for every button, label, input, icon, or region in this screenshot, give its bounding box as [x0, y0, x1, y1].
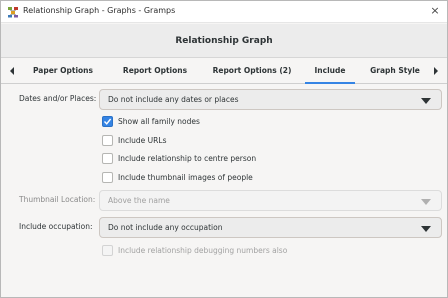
dropdown-arrow-icon	[421, 198, 431, 205]
titlebar: Relationship Graph - Graphs - Gramps ×	[1, 1, 447, 23]
tab-report-options[interactable]: Report Options	[115, 58, 195, 84]
checkbox-unchecked-icon	[102, 172, 113, 183]
tab-scroll-right-icon[interactable]	[431, 65, 441, 77]
dates-places-label: Dates and/or Places:	[19, 94, 97, 103]
occupation-value: Do not include any occupation	[108, 223, 223, 232]
dropdown-arrow-icon	[421, 97, 431, 104]
debug-numbers-label: Include relationship debugging numbers a…	[118, 246, 288, 255]
include-urls-label: Include URLs	[118, 136, 167, 145]
include-tab-panel: Dates and/or Places: Do not include any …	[1, 85, 447, 297]
tab-bar: Paper Options Report Options Report Opti…	[1, 58, 447, 84]
checkbox-checked-icon	[102, 116, 113, 127]
tab-scroll-left-icon[interactable]	[7, 65, 17, 77]
include-urls-checkbox[interactable]: Include URLs	[102, 135, 302, 147]
checkbox-unchecked-icon	[102, 153, 113, 164]
tab-paper-options[interactable]: Paper Options	[23, 58, 103, 84]
window-title: Relationship Graph - Graphs - Gramps	[23, 6, 176, 15]
thumbnail-location-value: Above the name	[108, 196, 170, 205]
dialog-window: Relationship Graph - Graphs - Gramps × R…	[0, 0, 448, 298]
dates-places-value: Do not include any dates or places	[108, 95, 239, 104]
include-thumbnails-label: Include thumbnail images of people	[118, 173, 253, 182]
close-icon[interactable]: ×	[429, 4, 441, 18]
include-thumbnails-checkbox[interactable]: Include thumbnail images of people	[102, 172, 322, 184]
dropdown-arrow-icon	[421, 225, 431, 232]
gramps-app-icon	[7, 6, 19, 18]
tab-include[interactable]: Include	[305, 58, 355, 84]
dialog-header: Relationship Graph	[1, 24, 447, 58]
tab-report-options-2[interactable]: Report Options (2)	[207, 58, 297, 84]
checkbox-unchecked-icon	[102, 245, 113, 256]
include-relationship-label: Include relationship to centre person	[118, 154, 257, 163]
tab-graph-style[interactable]: Graph Style	[367, 58, 423, 84]
occupation-label: Include occupation:	[19, 222, 93, 231]
checkbox-unchecked-icon	[102, 135, 113, 146]
show-family-nodes-checkbox[interactable]: Show all family nodes	[102, 116, 302, 128]
thumbnail-location-combo: Above the name	[99, 190, 442, 211]
include-relationship-checkbox[interactable]: Include relationship to centre person	[102, 153, 322, 165]
show-family-nodes-label: Show all family nodes	[118, 117, 200, 126]
debug-numbers-checkbox: Include relationship debugging numbers a…	[102, 245, 342, 257]
dates-places-combo[interactable]: Do not include any dates or places	[99, 89, 442, 110]
thumbnail-location-label: Thumbnail Location:	[19, 195, 96, 204]
dialog-title: Relationship Graph	[175, 36, 273, 46]
occupation-combo[interactable]: Do not include any occupation	[99, 217, 442, 238]
